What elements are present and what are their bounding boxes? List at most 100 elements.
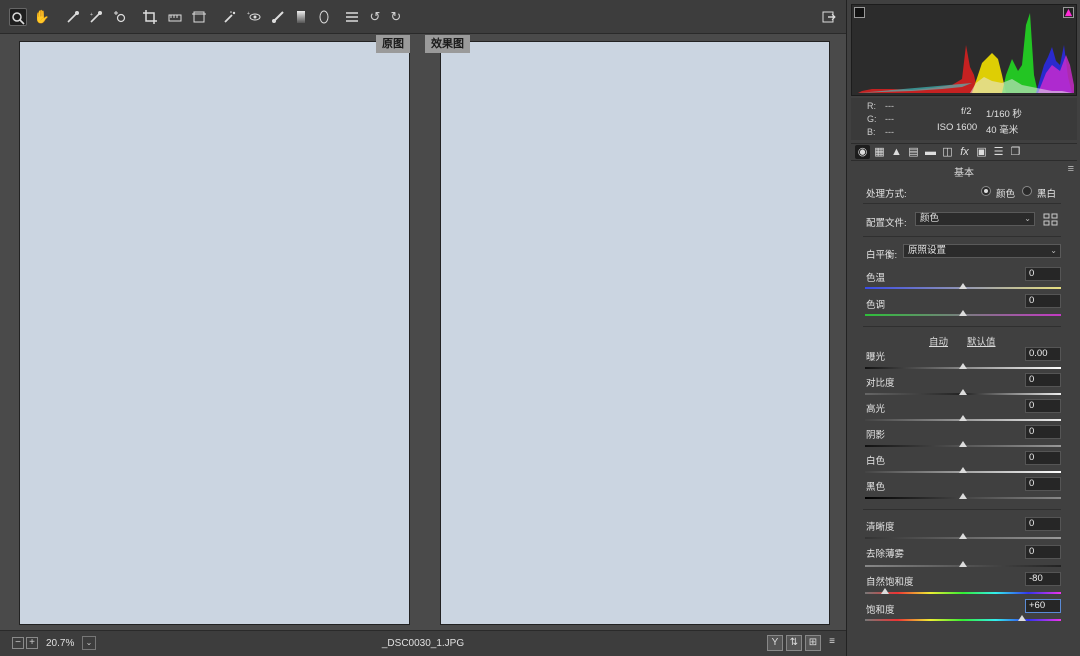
vibrance-slider[interactable] <box>880 588 889 594</box>
profile-select[interactable]: 颜色 ⌄ <box>915 212 1035 226</box>
tab-effects-icon[interactable]: fx <box>957 145 972 159</box>
tab-camera-calibration-icon[interactable]: ▣ <box>974 145 989 159</box>
shadows-field[interactable]: 0 <box>1025 425 1061 439</box>
after-view-label: 效果图 <box>425 35 470 53</box>
divider <box>863 326 1061 327</box>
treatment-bw-radio[interactable] <box>1022 186 1032 196</box>
clarity-field[interactable]: 0 <box>1025 517 1061 531</box>
blacks-field[interactable]: 0 <box>1025 477 1061 491</box>
tab-split-toning-icon[interactable]: ▬ <box>923 145 938 159</box>
treatment-color-radio[interactable] <box>981 186 991 196</box>
exposure-field[interactable]: 0.00 <box>1025 347 1061 361</box>
clarity-slider[interactable] <box>959 533 967 539</box>
before-after-view-icon[interactable]: Y <box>767 635 783 651</box>
tab-presets-icon[interactable]: ☰ <box>991 145 1006 159</box>
treatment-bw-label: 黑白 <box>1037 189 1057 200</box>
tab-detail-icon[interactable]: ▲ <box>889 145 904 159</box>
vibrance-field[interactable]: -80 <box>1025 572 1061 586</box>
toggle-settings-icon[interactable]: ≡ <box>824 635 840 651</box>
auto-button[interactable]: 自动 <box>929 334 948 348</box>
highlights-field[interactable]: 0 <box>1025 399 1061 413</box>
white-balance-tool-icon[interactable] <box>64 8 82 26</box>
slider-label: 去除薄雾 <box>866 549 905 560</box>
preferences-icon[interactable] <box>343 8 361 26</box>
rotate-left-icon[interactable]: ↺ <box>366 8 384 26</box>
g-value: --- <box>885 114 894 124</box>
red-eye-tool-icon[interactable]: + <box>245 8 263 26</box>
tab-hsl-icon[interactable]: ▤ <box>906 145 921 159</box>
white-balance-label: 白平衡: <box>866 250 898 261</box>
tab-tone-curve-icon[interactable]: ▦ <box>872 145 887 159</box>
temperature-field[interactable]: 0 <box>1025 267 1061 281</box>
slider-label: 高光 <box>866 404 886 415</box>
vibrance-track <box>865 592 1061 594</box>
file-name: _DSC0030_1.JPG <box>381 638 465 649</box>
contrast-slider[interactable] <box>959 389 967 395</box>
g-label: G: <box>867 114 877 124</box>
spot-removal-tool-icon[interactable] <box>221 8 239 26</box>
chevron-down-icon: ⌄ <box>1024 214 1031 223</box>
saturation-field[interactable]: +60 <box>1025 599 1061 613</box>
temperature-slider[interactable] <box>959 283 967 289</box>
r-value: --- <box>885 101 894 111</box>
toolbar: ✋ + + ↺ ↻ <box>0 0 846 34</box>
tab-lens-corrections-icon[interactable]: ◫ <box>940 145 955 159</box>
chevron-down-icon: ⌄ <box>1050 246 1057 255</box>
dehaze-field[interactable]: 0 <box>1025 545 1061 559</box>
whites-field[interactable]: 0 <box>1025 451 1061 465</box>
slider-label: 阴影 <box>866 430 886 441</box>
after-preview-image[interactable] <box>440 41 830 625</box>
graduated-filter-tool-icon[interactable] <box>292 8 310 26</box>
targeted-adjustment-tool-icon[interactable] <box>111 8 129 26</box>
tint-slider[interactable] <box>959 310 967 316</box>
radial-filter-tool-icon[interactable] <box>315 8 333 26</box>
saturation-track <box>865 619 1061 621</box>
dehaze-slider[interactable] <box>959 561 967 567</box>
crop-tool-icon[interactable] <box>141 8 159 26</box>
swap-view-icon[interactable]: ⇅ <box>786 635 802 651</box>
fullscreen-toggle-icon[interactable] <box>820 8 838 26</box>
whites-slider[interactable] <box>959 467 967 473</box>
tab-basic-icon[interactable]: ◉ <box>855 145 870 159</box>
adjustment-brush-tool-icon[interactable] <box>269 8 287 26</box>
color-sampler-tool-icon[interactable]: + <box>87 8 105 26</box>
before-preview-image[interactable] <box>19 41 410 625</box>
saturation-slider[interactable] <box>1017 615 1026 621</box>
white-balance-select[interactable]: 原照设置 ⌄ <box>903 244 1061 258</box>
before-view-label: 原图 <box>376 35 410 53</box>
focal-length-value: 40 毫米 <box>986 125 1019 136</box>
zoom-tool-icon[interactable] <box>9 8 27 26</box>
aperture-value: f/2 <box>961 106 972 117</box>
section-title: 基本 <box>954 168 974 179</box>
copy-settings-icon[interactable]: ⊞ <box>805 635 821 651</box>
slider-label: 自然饱和度 <box>866 577 914 588</box>
tab-snapshots-icon[interactable]: ❐ <box>1008 145 1023 159</box>
svg-text:+: + <box>90 12 93 18</box>
treatment-label: 处理方式: <box>866 189 907 200</box>
r-label: R: <box>867 101 876 111</box>
view-mode-controls: Y ⇅ ⊞ ≡ <box>767 635 840 651</box>
svg-text:+: + <box>247 11 250 17</box>
b-label: B: <box>867 127 876 137</box>
profile-browser-icon[interactable] <box>1043 213 1059 227</box>
contrast-field[interactable]: 0 <box>1025 373 1061 387</box>
adjustment-panel: R: --- G: --- B: --- f/2 1/160 秒 ISO 160… <box>846 0 1080 656</box>
straighten-tool-icon[interactable] <box>166 8 184 26</box>
rotate-right-icon[interactable]: ↻ <box>387 8 405 26</box>
image-info: R: --- G: --- B: --- f/2 1/160 秒 ISO 160… <box>851 98 1077 140</box>
exposure-slider[interactable] <box>959 363 967 369</box>
status-bar: − + 20.7% ⌄ _DSC0030_1.JPG Y ⇅ ⊞ ≡ <box>0 630 846 656</box>
default-button[interactable]: 默认值 <box>967 334 996 348</box>
hand-tool-icon[interactable]: ✋ <box>33 8 51 26</box>
slider-label: 黑色 <box>866 482 886 493</box>
panel-tabs: ◉ ▦ ▲ ▤ ▬ ◫ fx ▣ ☰ ❐ <box>851 143 1077 161</box>
highlights-slider[interactable] <box>959 415 967 421</box>
white-balance-select-value: 原照设置 <box>908 245 947 256</box>
tint-field[interactable]: 0 <box>1025 294 1061 308</box>
shadows-slider[interactable] <box>959 441 967 447</box>
blacks-slider[interactable] <box>959 493 967 499</box>
profile-select-value: 颜色 <box>920 213 940 224</box>
slider-label: 清晰度 <box>866 522 895 533</box>
transform-tool-icon[interactable] <box>190 8 208 26</box>
panel-menu-icon[interactable]: ≡ <box>1068 163 1074 175</box>
